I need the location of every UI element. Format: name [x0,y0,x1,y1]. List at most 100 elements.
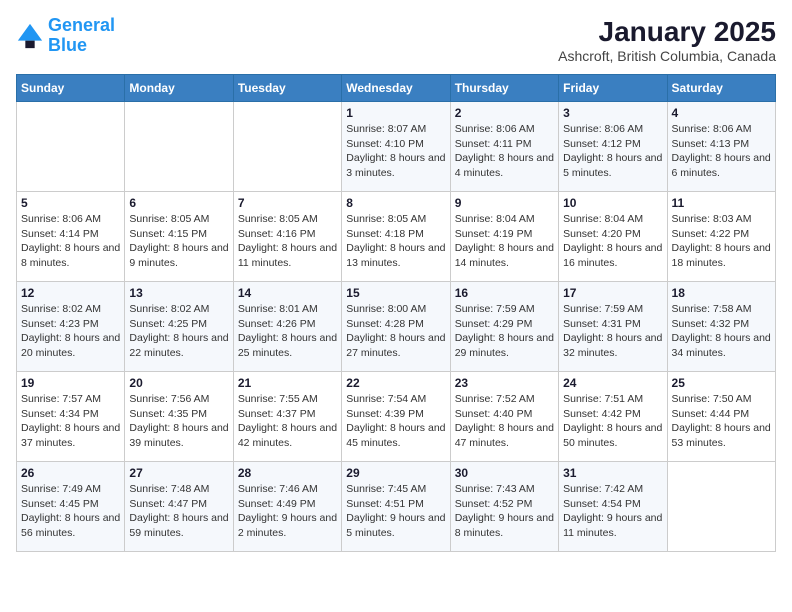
calendar-week-row: 5Sunrise: 8:06 AMSunset: 4:14 PMDaylight… [17,192,776,282]
calendar-day-24: 24 Sunrise: 7:51 AMSunset: 4:42 PMDayligh… [559,372,667,462]
calendar-week-row: 19Sunrise: 7:57 AMSunset: 4:34 PMDayligh… [17,372,776,462]
day-detail: Sunrise: 7:56 AMSunset: 4:35 PMDaylight:… [129,392,228,451]
day-detail: Sunrise: 8:02 AMSunset: 4:25 PMDaylight:… [129,302,228,361]
calendar-day-2: 2 Sunrise: 8:06 AMSunset: 4:11 PMDaylight… [450,102,558,192]
logo-line1: General [48,15,115,35]
day-number: 2 [455,106,554,120]
day-number: 3 [563,106,662,120]
day-detail: Sunrise: 8:04 AMSunset: 4:19 PMDaylight:… [455,212,554,271]
day-detail: Sunrise: 7:59 AMSunset: 4:31 PMDaylight:… [563,302,662,361]
day-detail: Sunrise: 7:46 AMSunset: 4:49 PMDaylight:… [238,482,337,541]
day-detail: Sunrise: 7:54 AMSunset: 4:39 PMDaylight:… [346,392,445,451]
calendar-day-23: 23 Sunrise: 7:52 AMSunset: 4:40 PMDayligh… [450,372,558,462]
calendar-day-5: 5Sunrise: 8:06 AMSunset: 4:14 PMDaylight… [17,192,125,282]
calendar-week-row: 1 Sunrise: 8:07 AMSunset: 4:10 PMDaylight… [17,102,776,192]
day-number: 24 [563,376,662,390]
day-number: 13 [129,286,228,300]
calendar-day-18: 18Sunrise: 7:58 AMSunset: 4:32 PMDayligh… [667,282,775,372]
header-friday: Friday [559,75,667,102]
calendar-day-22: 22Sunrise: 7:54 AMSunset: 4:39 PMDayligh… [342,372,450,462]
day-number: 12 [21,286,120,300]
calendar-day-27: 27Sunrise: 7:48 AMSunset: 4:47 PMDayligh… [125,462,233,552]
calendar-day-19: 19Sunrise: 7:57 AMSunset: 4:34 PMDayligh… [17,372,125,462]
empty-cell [233,102,341,192]
calendar-day-25: 25 Sunrise: 7:50 AMSunset: 4:44 PMDayligh… [667,372,775,462]
day-detail: Sunrise: 7:42 AMSunset: 4:54 PMDaylight:… [563,482,662,541]
calendar-day-10: 10 Sunrise: 8:04 AMSunset: 4:20 PMDayligh… [559,192,667,282]
day-number: 17 [563,286,662,300]
header-saturday: Saturday [667,75,775,102]
day-number: 21 [238,376,337,390]
day-number: 8 [346,196,445,210]
day-number: 10 [563,196,662,210]
day-number: 7 [238,196,337,210]
day-number: 15 [346,286,445,300]
day-number: 26 [21,466,120,480]
day-number: 9 [455,196,554,210]
calendar-day-30: 30 Sunrise: 7:43 AMSunset: 4:52 PMDayligh… [450,462,558,552]
header-sunday: Sunday [17,75,125,102]
calendar-header-row: SundayMondayTuesdayWednesdayThursdayFrid… [17,75,776,102]
calendar-week-row: 26Sunrise: 7:49 AMSunset: 4:45 PMDayligh… [17,462,776,552]
calendar-day-8: 8Sunrise: 8:05 AMSunset: 4:18 PMDaylight… [342,192,450,282]
day-number: 16 [455,286,554,300]
day-detail: Sunrise: 8:06 AMSunset: 4:13 PMDaylight:… [672,122,771,181]
calendar-day-9: 9 Sunrise: 8:04 AMSunset: 4:19 PMDaylight… [450,192,558,282]
day-number: 29 [346,466,445,480]
day-detail: Sunrise: 7:59 AMSunset: 4:29 PMDaylight:… [455,302,554,361]
calendar-day-1: 1 Sunrise: 8:07 AMSunset: 4:10 PMDaylight… [342,102,450,192]
day-detail: Sunrise: 8:04 AMSunset: 4:20 PMDaylight:… [563,212,662,271]
day-number: 30 [455,466,554,480]
header-thursday: Thursday [450,75,558,102]
day-detail: Sunrise: 8:03 AMSunset: 4:22 PMDaylight:… [672,212,771,271]
calendar-day-12: 12 Sunrise: 8:02 AMSunset: 4:23 PMDayligh… [17,282,125,372]
title-block: January 2025 Ashcroft, British Columbia,… [558,16,776,64]
calendar-day-16: 16 Sunrise: 7:59 AMSunset: 4:29 PMDayligh… [450,282,558,372]
day-number: 28 [238,466,337,480]
day-number: 20 [129,376,228,390]
day-number: 4 [672,106,771,120]
day-number: 11 [672,196,771,210]
day-detail: Sunrise: 8:02 AMSunset: 4:23 PMDaylight:… [21,302,120,361]
calendar-day-4: 4 Sunrise: 8:06 AMSunset: 4:13 PMDaylight… [667,102,775,192]
day-number: 23 [455,376,554,390]
day-detail: Sunrise: 7:55 AMSunset: 4:37 PMDaylight:… [238,392,337,451]
day-detail: Sunrise: 7:57 AMSunset: 4:34 PMDaylight:… [21,392,120,451]
calendar-day-7: 7Sunrise: 8:05 AMSunset: 4:16 PMDaylight… [233,192,341,282]
empty-cell [17,102,125,192]
day-detail: Sunrise: 7:51 AMSunset: 4:42 PMDaylight:… [563,392,662,451]
logo-line2: Blue [48,35,87,55]
header-tuesday: Tuesday [233,75,341,102]
day-detail: Sunrise: 7:58 AMSunset: 4:32 PMDaylight:… [672,302,771,361]
calendar-day-15: 15Sunrise: 8:00 AMSunset: 4:28 PMDayligh… [342,282,450,372]
subtitle: Ashcroft, British Columbia, Canada [558,48,776,64]
calendar-table: SundayMondayTuesdayWednesdayThursdayFrid… [16,74,776,552]
day-detail: Sunrise: 8:07 AMSunset: 4:10 PMDaylight:… [346,122,445,181]
calendar-day-26: 26Sunrise: 7:49 AMSunset: 4:45 PMDayligh… [17,462,125,552]
day-number: 5 [21,196,120,210]
day-detail: Sunrise: 7:52 AMSunset: 4:40 PMDaylight:… [455,392,554,451]
page-header: General Blue January 2025 Ashcroft, Brit… [16,16,776,64]
day-detail: Sunrise: 7:43 AMSunset: 4:52 PMDaylight:… [455,482,554,541]
day-detail: Sunrise: 7:50 AMSunset: 4:44 PMDaylight:… [672,392,771,451]
header-monday: Monday [125,75,233,102]
day-number: 1 [346,106,445,120]
logo: General Blue [16,16,115,56]
logo-icon [16,22,44,50]
calendar-day-20: 20 Sunrise: 7:56 AMSunset: 4:35 PMDayligh… [125,372,233,462]
calendar-day-28: 28 Sunrise: 7:46 AMSunset: 4:49 PMDayligh… [233,462,341,552]
logo-text: General Blue [48,16,115,56]
empty-cell [667,462,775,552]
calendar-day-17: 17 Sunrise: 7:59 AMSunset: 4:31 PMDayligh… [559,282,667,372]
calendar-day-11: 11 Sunrise: 8:03 AMSunset: 4:22 PMDayligh… [667,192,775,282]
day-detail: Sunrise: 8:06 AMSunset: 4:11 PMDaylight:… [455,122,554,181]
day-number: 6 [129,196,228,210]
calendar-day-31: 31Sunrise: 7:42 AMSunset: 4:54 PMDayligh… [559,462,667,552]
empty-cell [125,102,233,192]
day-detail: Sunrise: 7:45 AMSunset: 4:51 PMDaylight:… [346,482,445,541]
day-detail: Sunrise: 8:06 AMSunset: 4:12 PMDaylight:… [563,122,662,181]
day-number: 14 [238,286,337,300]
header-wednesday: Wednesday [342,75,450,102]
main-title: January 2025 [558,16,776,48]
day-number: 25 [672,376,771,390]
